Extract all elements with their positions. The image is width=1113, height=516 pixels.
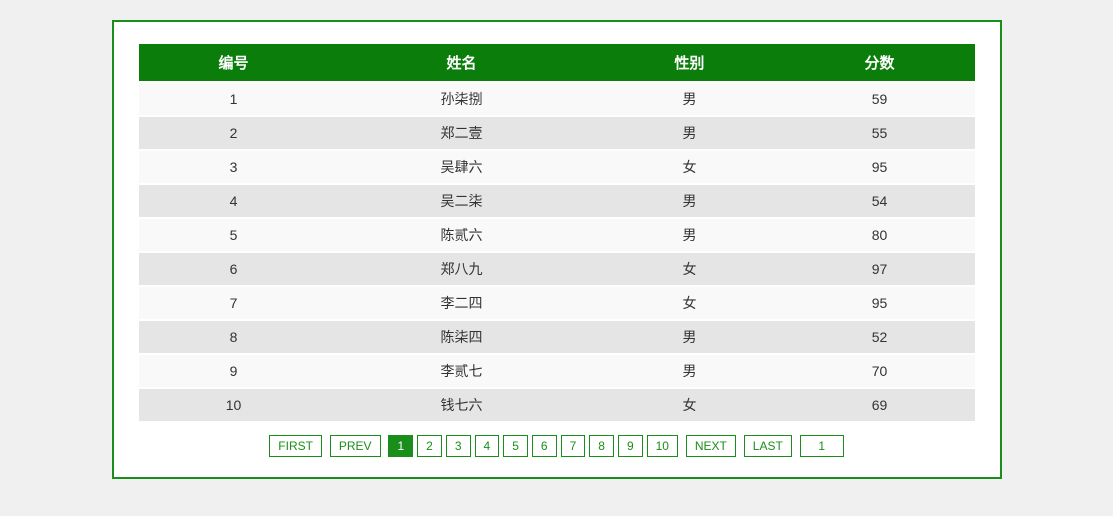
cell-score: 69 (784, 389, 974, 421)
page-button-10[interactable]: 10 (647, 435, 678, 457)
cell-id: 9 (139, 355, 329, 387)
cell-gender: 男 (594, 83, 784, 115)
table-row: 10钱七六女69 (139, 389, 975, 421)
table-row: 9李贰七男70 (139, 355, 975, 387)
cell-gender: 男 (594, 117, 784, 149)
cell-id: 6 (139, 253, 329, 285)
cell-gender: 男 (594, 219, 784, 251)
cell-id: 4 (139, 185, 329, 217)
col-header-gender: 性别 (594, 44, 784, 81)
page-button-3[interactable]: 3 (446, 435, 471, 457)
cell-gender: 男 (594, 321, 784, 353)
cell-gender: 男 (594, 355, 784, 387)
cell-name: 钱七六 (329, 389, 595, 421)
cell-id: 2 (139, 117, 329, 149)
cell-id: 5 (139, 219, 329, 251)
cell-id: 8 (139, 321, 329, 353)
first-button[interactable]: FIRST (269, 435, 322, 457)
cell-gender: 男 (594, 185, 784, 217)
page-button-2[interactable]: 2 (417, 435, 442, 457)
page-button-5[interactable]: 5 (503, 435, 528, 457)
page-button-8[interactable]: 8 (589, 435, 614, 457)
table-row: 4吴二柒男54 (139, 185, 975, 217)
cell-score: 70 (784, 355, 974, 387)
table-row: 1孙柒捌男59 (139, 83, 975, 115)
next-button[interactable]: NEXT (686, 435, 736, 457)
cell-name: 李贰七 (329, 355, 595, 387)
cell-id: 3 (139, 151, 329, 183)
last-button[interactable]: LAST (744, 435, 792, 457)
cell-name: 郑二壹 (329, 117, 595, 149)
table-container: 编号 姓名 性别 分数 1孙柒捌男592郑二壹男553吴肆六女954吴二柒男54… (112, 20, 1002, 479)
cell-score: 59 (784, 83, 974, 115)
cell-score: 95 (784, 151, 974, 183)
col-header-score: 分数 (784, 44, 974, 81)
cell-score: 97 (784, 253, 974, 285)
cell-gender: 女 (594, 151, 784, 183)
cell-gender: 女 (594, 253, 784, 285)
data-table: 编号 姓名 性别 分数 1孙柒捌男592郑二壹男553吴肆六女954吴二柒男54… (139, 42, 975, 423)
prev-button[interactable]: PREV (330, 435, 381, 457)
cell-gender: 女 (594, 389, 784, 421)
table-row: 5陈贰六男80 (139, 219, 975, 251)
col-header-id: 编号 (139, 44, 329, 81)
table-row: 7李二四女95 (139, 287, 975, 319)
page-button-6[interactable]: 6 (532, 435, 557, 457)
cell-name: 吴二柒 (329, 185, 595, 217)
page-button-1[interactable]: 1 (388, 435, 413, 457)
cell-name: 李二四 (329, 287, 595, 319)
cell-score: 52 (784, 321, 974, 353)
cell-gender: 女 (594, 287, 784, 319)
cell-id: 7 (139, 287, 329, 319)
cell-name: 陈柒四 (329, 321, 595, 353)
table-row: 2郑二壹男55 (139, 117, 975, 149)
table-row: 8陈柒四男52 (139, 321, 975, 353)
cell-name: 孙柒捌 (329, 83, 595, 115)
cell-id: 1 (139, 83, 329, 115)
cell-id: 10 (139, 389, 329, 421)
page-input[interactable] (800, 435, 844, 457)
table-row: 3吴肆六女95 (139, 151, 975, 183)
cell-name: 吴肆六 (329, 151, 595, 183)
col-header-name: 姓名 (329, 44, 595, 81)
table-header-row: 编号 姓名 性别 分数 (139, 44, 975, 81)
table-row: 6郑八九女97 (139, 253, 975, 285)
cell-score: 95 (784, 287, 974, 319)
page-button-9[interactable]: 9 (618, 435, 643, 457)
cell-score: 80 (784, 219, 974, 251)
cell-name: 郑八九 (329, 253, 595, 285)
cell-score: 54 (784, 185, 974, 217)
cell-score: 55 (784, 117, 974, 149)
cell-name: 陈贰六 (329, 219, 595, 251)
page-button-7[interactable]: 7 (561, 435, 586, 457)
page-button-4[interactable]: 4 (475, 435, 500, 457)
pagination: FIRST PREV 12345678910 NEXT LAST (139, 435, 975, 457)
